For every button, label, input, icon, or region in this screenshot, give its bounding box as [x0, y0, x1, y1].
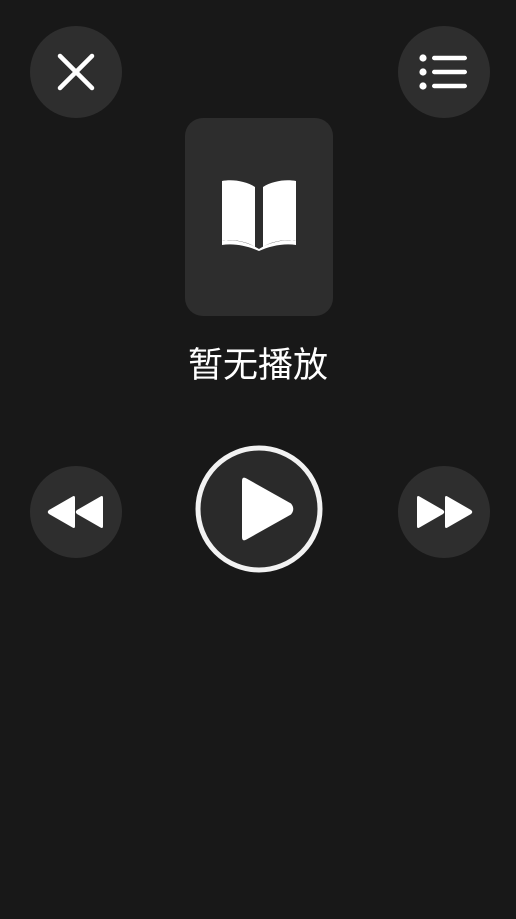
play-button[interactable]	[195, 445, 323, 577]
fast-forward-button[interactable]	[398, 466, 490, 558]
list-icon	[419, 53, 469, 91]
now-playing-status: 暂无播放	[187, 346, 328, 386]
close-icon	[56, 52, 96, 92]
album-cover	[185, 118, 333, 316]
play-icon	[195, 445, 323, 577]
fast-forward-icon	[414, 494, 474, 530]
rewind-icon	[46, 494, 106, 530]
rewind-button[interactable]	[30, 466, 122, 558]
book-icon	[218, 179, 300, 255]
playlist-button[interactable]	[398, 26, 490, 118]
close-button[interactable]	[30, 26, 122, 118]
